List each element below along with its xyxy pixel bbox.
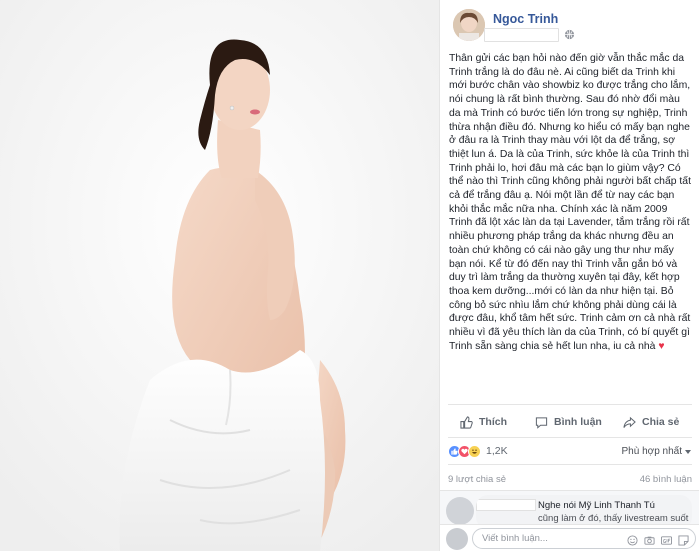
comment-text-continued: cũng làm ở đó, thấy livestream suốt [538, 513, 689, 524]
author-name[interactable]: Ngoc Trinh [493, 12, 558, 26]
thumbs-up-icon [460, 415, 473, 429]
post-text-line: Trinh sẵn sàng chia sẻ hết lun nha, iu c… [449, 340, 699, 354]
haha-reaction-icon [468, 444, 481, 458]
share-button[interactable]: Chia sẻ [623, 408, 679, 436]
comment-icon [535, 416, 548, 429]
post-text-line: da mà Trinh có bước tiến lớn trong sự ng… [449, 107, 688, 119]
globe-icon [564, 29, 575, 40]
post-text-line: thoa kem dưỡng...mới có làn da như hiện … [449, 285, 674, 297]
post-text-line: ở đâu ra là Trinh thay màu với lột da để… [449, 135, 676, 147]
comment-label: Bình luận [554, 416, 602, 428]
divider [448, 437, 692, 438]
camera-icon[interactable] [644, 533, 655, 545]
divider [448, 464, 692, 465]
composer-icons [627, 533, 689, 546]
share-label: Chia sẻ [642, 416, 680, 428]
post-photo[interactable] [0, 0, 439, 551]
action-bar: Thích Bình luận Chia sẻ [440, 408, 699, 436]
post-text: Thân gửi các bạn hỏi nào đến giờ vẫn thắ… [449, 52, 699, 353]
commenter-avatar[interactable] [446, 497, 474, 525]
post-text-line: Trinh trắng là do đâu nè. Ai cũng biết d… [449, 66, 676, 78]
post-text-line: cả để trắng đâu ạ. Nói một lần để từ nay… [449, 190, 675, 202]
author-avatar[interactable] [453, 9, 485, 41]
post-text-line: bạn nói. Kể từ đó đến nay thì Trinh vẫn … [449, 258, 678, 270]
comment-sort-label: Phù hợp nhất [621, 446, 683, 457]
post-text-line: duy trì làm trắng da thường xuyên tại đâ… [449, 272, 680, 284]
share-icon [623, 416, 636, 428]
divider [448, 404, 692, 405]
post-text-line: nhiều phương pháp trắng da khác nhưng đề… [449, 231, 674, 243]
comment-input-placeholder: Viết bình luận... [482, 533, 548, 544]
post-text-line: khỏi thắc mắc nữa nha. Chính xác là năm … [449, 203, 668, 215]
comment-count[interactable]: 46 bình luận [640, 474, 692, 485]
comment-sort-dropdown[interactable]: Phù hợp nhất [621, 446, 691, 457]
post-text-line: nói chung là rất bình thường. Sau đó nhờ… [449, 94, 680, 106]
post-text-line: mới bước chân vào showbiz ko được trắng … [449, 80, 691, 92]
post-text-line: thừa nhận điều đó. Nhưng ko hiểu có mấy … [449, 121, 690, 133]
post-text-line: công bỏ sức nhìu lắm chứ không phải dùng… [449, 299, 677, 311]
comment-composer: Viết bình luận... [440, 524, 699, 551]
chevron-down-icon [685, 449, 691, 454]
gif-icon[interactable] [661, 533, 672, 545]
post-text-line-last: Trinh sẵn sàng chia sẻ hết lun nha, iu c… [449, 340, 656, 352]
woman-towel-photo [0, 0, 439, 551]
comment-text: Nghe nói Mỹ Linh Thanh Tú [538, 500, 655, 511]
comment-input[interactable]: Viết bình luận... [472, 528, 696, 549]
post-timestamp-redacted [484, 28, 559, 42]
like-button[interactable]: Thích [460, 408, 507, 436]
sticker-icon[interactable] [678, 533, 689, 546]
post-text-line: nhiều vì đã yêu thích làn da của Trinh, … [449, 327, 690, 339]
post-text-line: Trinh phải lo, hơi đâu mà các bạn lo giù… [449, 162, 681, 174]
post-text-line: thể nào thì Trinh cũng không phải người … [449, 176, 691, 188]
post-text-line: Trinh đã lột xác làn da tại Lavender, tắ… [449, 217, 690, 229]
post-text-line: Thân gửi các bạn hỏi nào đến giờ vẫn thắ… [449, 53, 685, 64]
post-header: Ngoc Trinh [440, 0, 699, 50]
post-text-line: toàn chứ không có cái nào gây ung thư nh… [449, 244, 674, 256]
post-text-line: thiệt lun á. Da là của Trinh, sức khỏe l… [449, 148, 690, 160]
post-text-line: được đâu, khổ tâm hết sức. Trinh cảm ơn … [449, 313, 691, 325]
reactions-summary[interactable]: 1,2K [448, 443, 508, 459]
heart-icon: ♥ [658, 340, 665, 352]
commenter-name-redacted [476, 499, 536, 511]
post-panel: Ngoc Trinh Thân gửi các bạn hỏi nào đến … [439, 0, 699, 551]
comment-button[interactable]: Bình luận [535, 408, 602, 436]
like-label: Thích [479, 416, 507, 428]
current-user-avatar [446, 528, 468, 550]
reaction-count: 1,2K [486, 445, 508, 457]
facebook-photo-viewer: Ngoc Trinh Thân gửi các bạn hỏi nào đến … [0, 0, 699, 551]
share-count[interactable]: 9 lượt chia sẻ [448, 474, 506, 485]
emoji-icon[interactable] [627, 533, 638, 546]
